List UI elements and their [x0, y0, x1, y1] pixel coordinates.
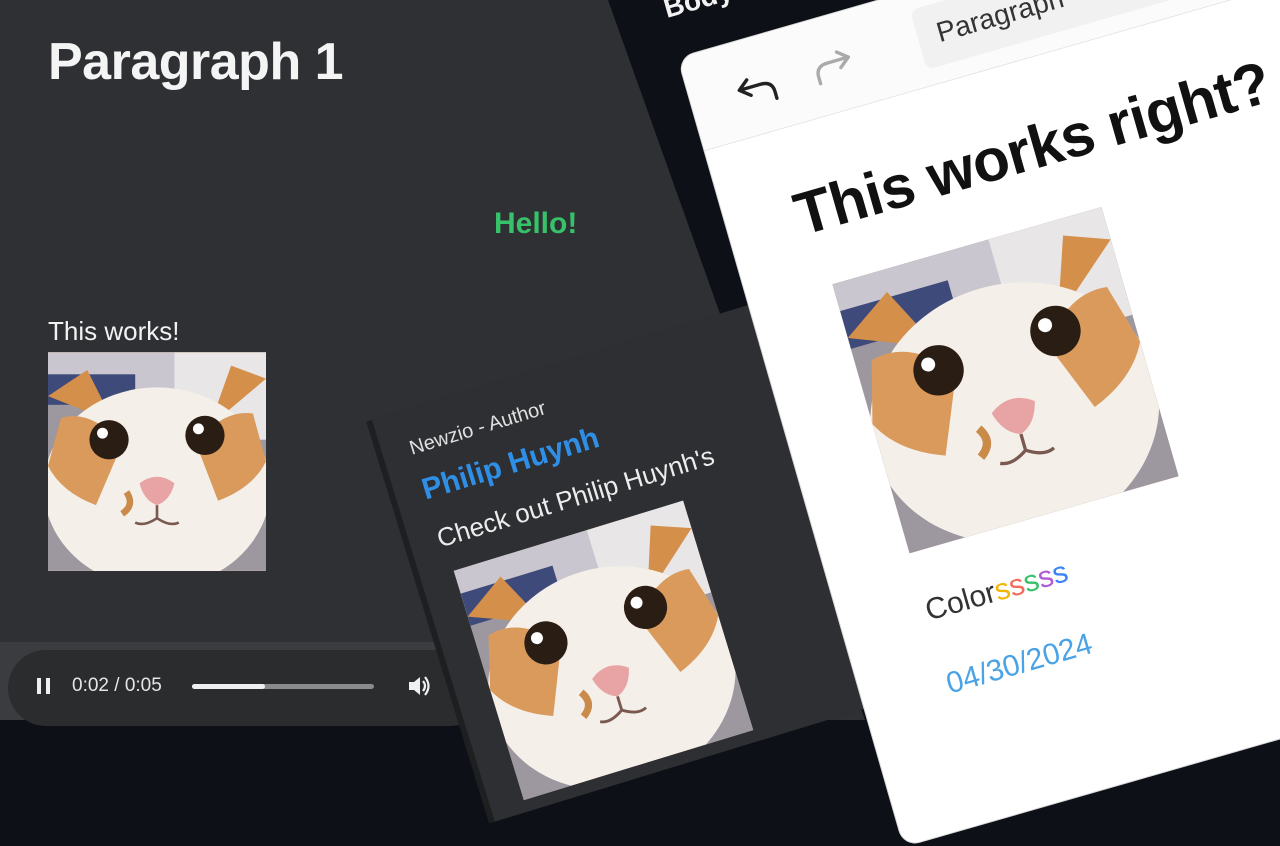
paragraph-title: Paragraph 1 [48, 33, 344, 91]
cat-photo [454, 501, 754, 801]
works-text: This works! [48, 316, 180, 346]
editor-section-label: Body [660, 0, 736, 25]
pause-icon [37, 678, 50, 694]
pause-button[interactable] [30, 672, 58, 700]
audio-player: 0:02 / 0:05 [8, 650, 488, 726]
cat-photo [48, 352, 266, 571]
date-text[interactable]: 04/30/2024 [943, 627, 1097, 701]
cat-photo [832, 207, 1178, 553]
colors-text[interactable]: Colorsssss [922, 555, 1072, 628]
cat-image [48, 352, 266, 571]
volume-icon [409, 676, 430, 696]
editor-image[interactable] [832, 207, 1179, 554]
redo-button[interactable] [806, 42, 858, 89]
progress-fill [192, 683, 265, 689]
undo-icon [737, 78, 779, 100]
redo-icon [816, 50, 851, 86]
undo-button[interactable] [732, 66, 784, 113]
hello-text: Hello! [494, 207, 578, 240]
volume-button[interactable] [406, 673, 432, 699]
progress-slider[interactable] [192, 683, 374, 689]
colors-text-letters: sssss [991, 555, 1072, 607]
colors-text-base: Color [921, 575, 1000, 628]
time-display: 0:02 / 0:05 [72, 675, 162, 696]
author-card-image [453, 500, 754, 801]
